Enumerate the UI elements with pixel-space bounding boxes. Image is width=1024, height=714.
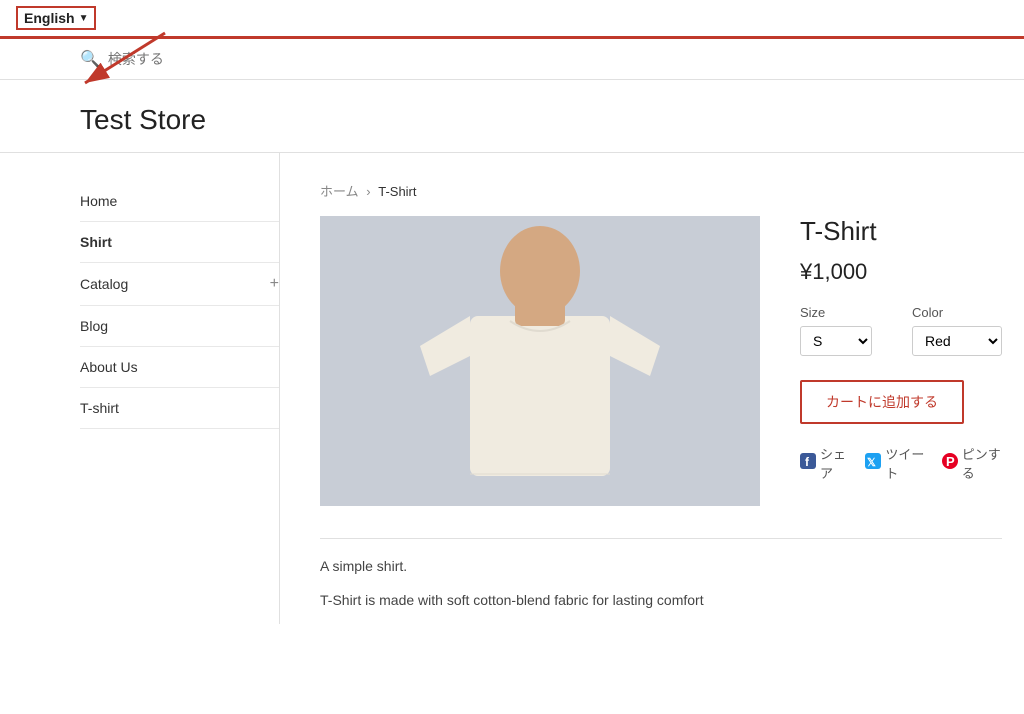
annotation-arrow: [55, 28, 175, 118]
breadcrumb-home[interactable]: ホーム: [320, 184, 359, 199]
product-name: T-Shirt: [800, 216, 1002, 247]
size-select[interactable]: S M L XL: [800, 326, 872, 356]
product-image: [320, 216, 760, 506]
language-label: English: [24, 10, 75, 26]
svg-text:P: P: [946, 454, 955, 469]
pinterest-share-label: ピンする: [962, 444, 1002, 482]
color-label: Color: [912, 305, 1002, 320]
sidebar-item-catalog[interactable]: Catalog +: [80, 263, 279, 306]
sidebar-item-shirt[interactable]: Shirt: [80, 222, 279, 263]
sidebar-item-label: Catalog: [80, 276, 128, 292]
breadcrumb-separator: ›: [366, 184, 370, 199]
product-description: A simple shirt. T-Shirt is made with sof…: [320, 538, 1002, 612]
main-layout: Home Shirt Catalog + Blog About Us T-shi…: [0, 153, 1024, 624]
breadcrumb-current: T-Shirt: [378, 184, 416, 199]
description-line-1: A simple shirt.: [320, 555, 1002, 577]
twitter-icon: 𝕏: [865, 453, 881, 474]
sidebar-item-label: Shirt: [80, 234, 112, 250]
pinterest-icon: P: [942, 453, 958, 474]
product-price: ¥1,000: [800, 259, 1002, 285]
sidebar-item-home[interactable]: Home: [80, 181, 279, 222]
add-to-cart-button[interactable]: カートに追加する: [800, 380, 964, 424]
sidebar-item-label: Home: [80, 193, 117, 209]
breadcrumb: ホーム › T-Shirt: [320, 181, 1002, 200]
facebook-icon: f: [800, 453, 816, 474]
sidebar-item-label: About Us: [80, 359, 138, 375]
color-select[interactable]: Red Blue White Black: [912, 326, 1002, 356]
twitter-share[interactable]: 𝕏 ツイート: [865, 444, 925, 482]
sidebar-item-label: Blog: [80, 318, 108, 334]
store-title: Test Store: [80, 104, 944, 136]
product-info: T-Shirt ¥1,000 Size S M L XL Color: [800, 216, 1002, 482]
expand-icon: +: [270, 275, 279, 293]
facebook-share[interactable]: f シェア: [800, 444, 849, 482]
sidebar-item-tshirt[interactable]: T-shirt: [80, 388, 279, 429]
product-area: ホーム › T-Shirt: [320, 153, 1002, 624]
social-share: f シェア 𝕏 ツイート P ピンする: [800, 444, 1002, 482]
description-line-2: T-Shirt is made with soft cotton-blend f…: [320, 589, 1002, 611]
language-selector[interactable]: English ▼: [16, 6, 96, 30]
facebook-share-label: シェア: [820, 444, 849, 482]
top-bar: English ▼: [0, 0, 1024, 39]
product-options: Size S M L XL Color Red Blue: [800, 305, 1002, 356]
sidebar: Home Shirt Catalog + Blog About Us T-shi…: [80, 153, 280, 624]
sidebar-item-blog[interactable]: Blog: [80, 306, 279, 347]
svg-text:𝕏: 𝕏: [867, 457, 876, 469]
sidebar-item-about-us[interactable]: About Us: [80, 347, 279, 388]
product-image-svg: [320, 216, 760, 506]
sidebar-item-label: T-shirt: [80, 400, 119, 416]
size-option-group: Size S M L XL: [800, 305, 872, 356]
product-content: T-Shirt ¥1,000 Size S M L XL Color: [320, 216, 1002, 506]
size-label: Size: [800, 305, 872, 320]
twitter-share-label: ツイート: [885, 444, 925, 482]
pinterest-share[interactable]: P ピンする: [942, 444, 1002, 482]
color-option-group: Color Red Blue White Black: [912, 305, 1002, 356]
chevron-down-icon: ▼: [79, 13, 89, 24]
